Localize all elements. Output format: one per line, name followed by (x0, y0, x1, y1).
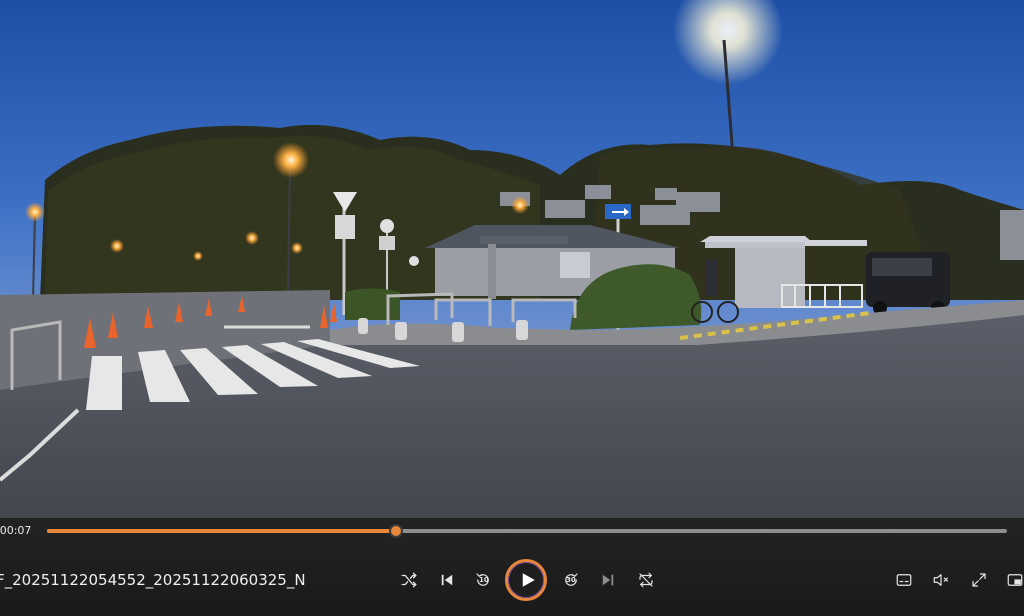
forward-button[interactable]: 30 (559, 568, 583, 592)
shuffle-button[interactable] (397, 568, 421, 592)
skip-next-icon (602, 574, 614, 586)
play-icon (522, 573, 535, 587)
player-controls: :00:07 F_20251122054552_20251122060325_N… (0, 518, 1024, 616)
next-button[interactable] (596, 568, 620, 592)
skip-previous-icon (441, 574, 453, 586)
subtitles-button[interactable] (892, 568, 916, 592)
subtitles-icon (896, 574, 912, 586)
dashcam-scene (0, 0, 1024, 518)
video-frame[interactable] (0, 0, 1024, 518)
repeat-off-icon (639, 572, 653, 588)
elapsed-time: :00:07 (0, 524, 32, 537)
forward-seconds-label: 30 (566, 576, 576, 584)
fullscreen-icon (972, 573, 986, 587)
shuffle-icon (401, 572, 417, 588)
miniplayer-icon (1007, 574, 1023, 586)
rewind-seconds-label: 10 (479, 576, 489, 584)
previous-button[interactable] (435, 568, 459, 592)
rewind-button[interactable]: 10 (471, 568, 495, 592)
file-name: F_20251122054552_20251122060325_N (0, 571, 306, 589)
volume-muted-icon (933, 574, 949, 586)
seek-bar-thumb[interactable] (389, 524, 404, 538)
play-button[interactable] (505, 559, 547, 601)
miniplayer-button[interactable] (1003, 568, 1024, 592)
fullscreen-button[interactable] (967, 568, 991, 592)
repeat-button[interactable] (634, 568, 658, 592)
seek-bar[interactable] (47, 524, 1007, 538)
seek-bar-fill (47, 529, 397, 533)
volume-button[interactable] (929, 568, 953, 592)
